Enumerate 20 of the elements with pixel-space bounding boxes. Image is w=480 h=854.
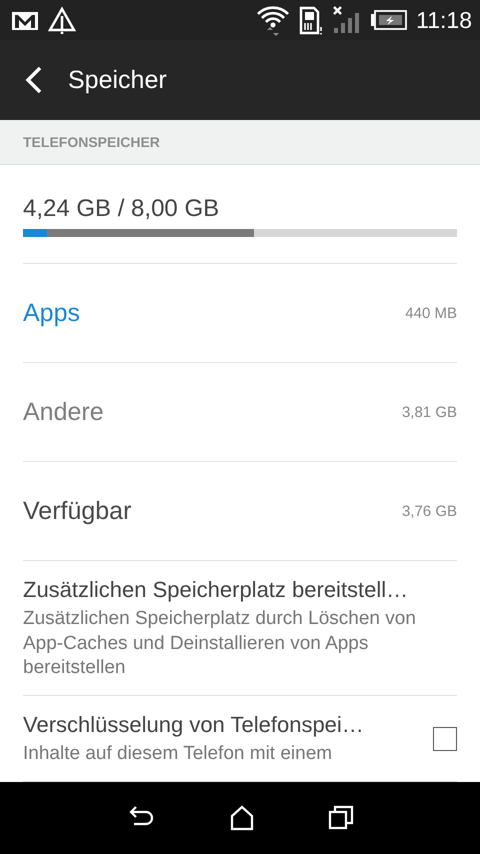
battery-charging-icon <box>370 9 408 31</box>
home-icon[interactable] <box>228 805 255 831</box>
setting-title[interactable]: Verschlüsselung von Telefonspei… <box>23 712 423 738</box>
category-size: 3,81 GB <box>402 404 457 420</box>
setting-title[interactable]: Zusätzlichen Speicherplatz bereitstell… <box>23 577 457 603</box>
category-label[interactable]: Apps <box>23 298 80 328</box>
screen-title: Speicher <box>68 66 167 94</box>
storage-usage: 4,24 GB / 8,00 GB <box>23 195 220 223</box>
sim-card-icon <box>298 5 324 35</box>
category-size: 3,76 GB <box>402 502 457 520</box>
checkbox[interactable] <box>433 727 457 752</box>
warning-icon <box>48 6 76 34</box>
setting-summary: Zusätzlichen Speicherplatz durch Löschen von App-Caches und Deinstallieren von Apps bereitstellen <box>23 607 417 680</box>
setting-summary: Inhalte auf diesem Telefon mit einem <box>23 742 334 766</box>
section-title: TELEFONSPEICHER <box>23 134 160 150</box>
category-label[interactable]: Verfügbar <box>23 496 132 526</box>
recent-apps-icon[interactable] <box>328 805 354 831</box>
clock: 11:18 <box>416 6 472 34</box>
category-label[interactable]: Andere <box>23 398 104 426</box>
category-size: 440 MB <box>405 304 457 322</box>
